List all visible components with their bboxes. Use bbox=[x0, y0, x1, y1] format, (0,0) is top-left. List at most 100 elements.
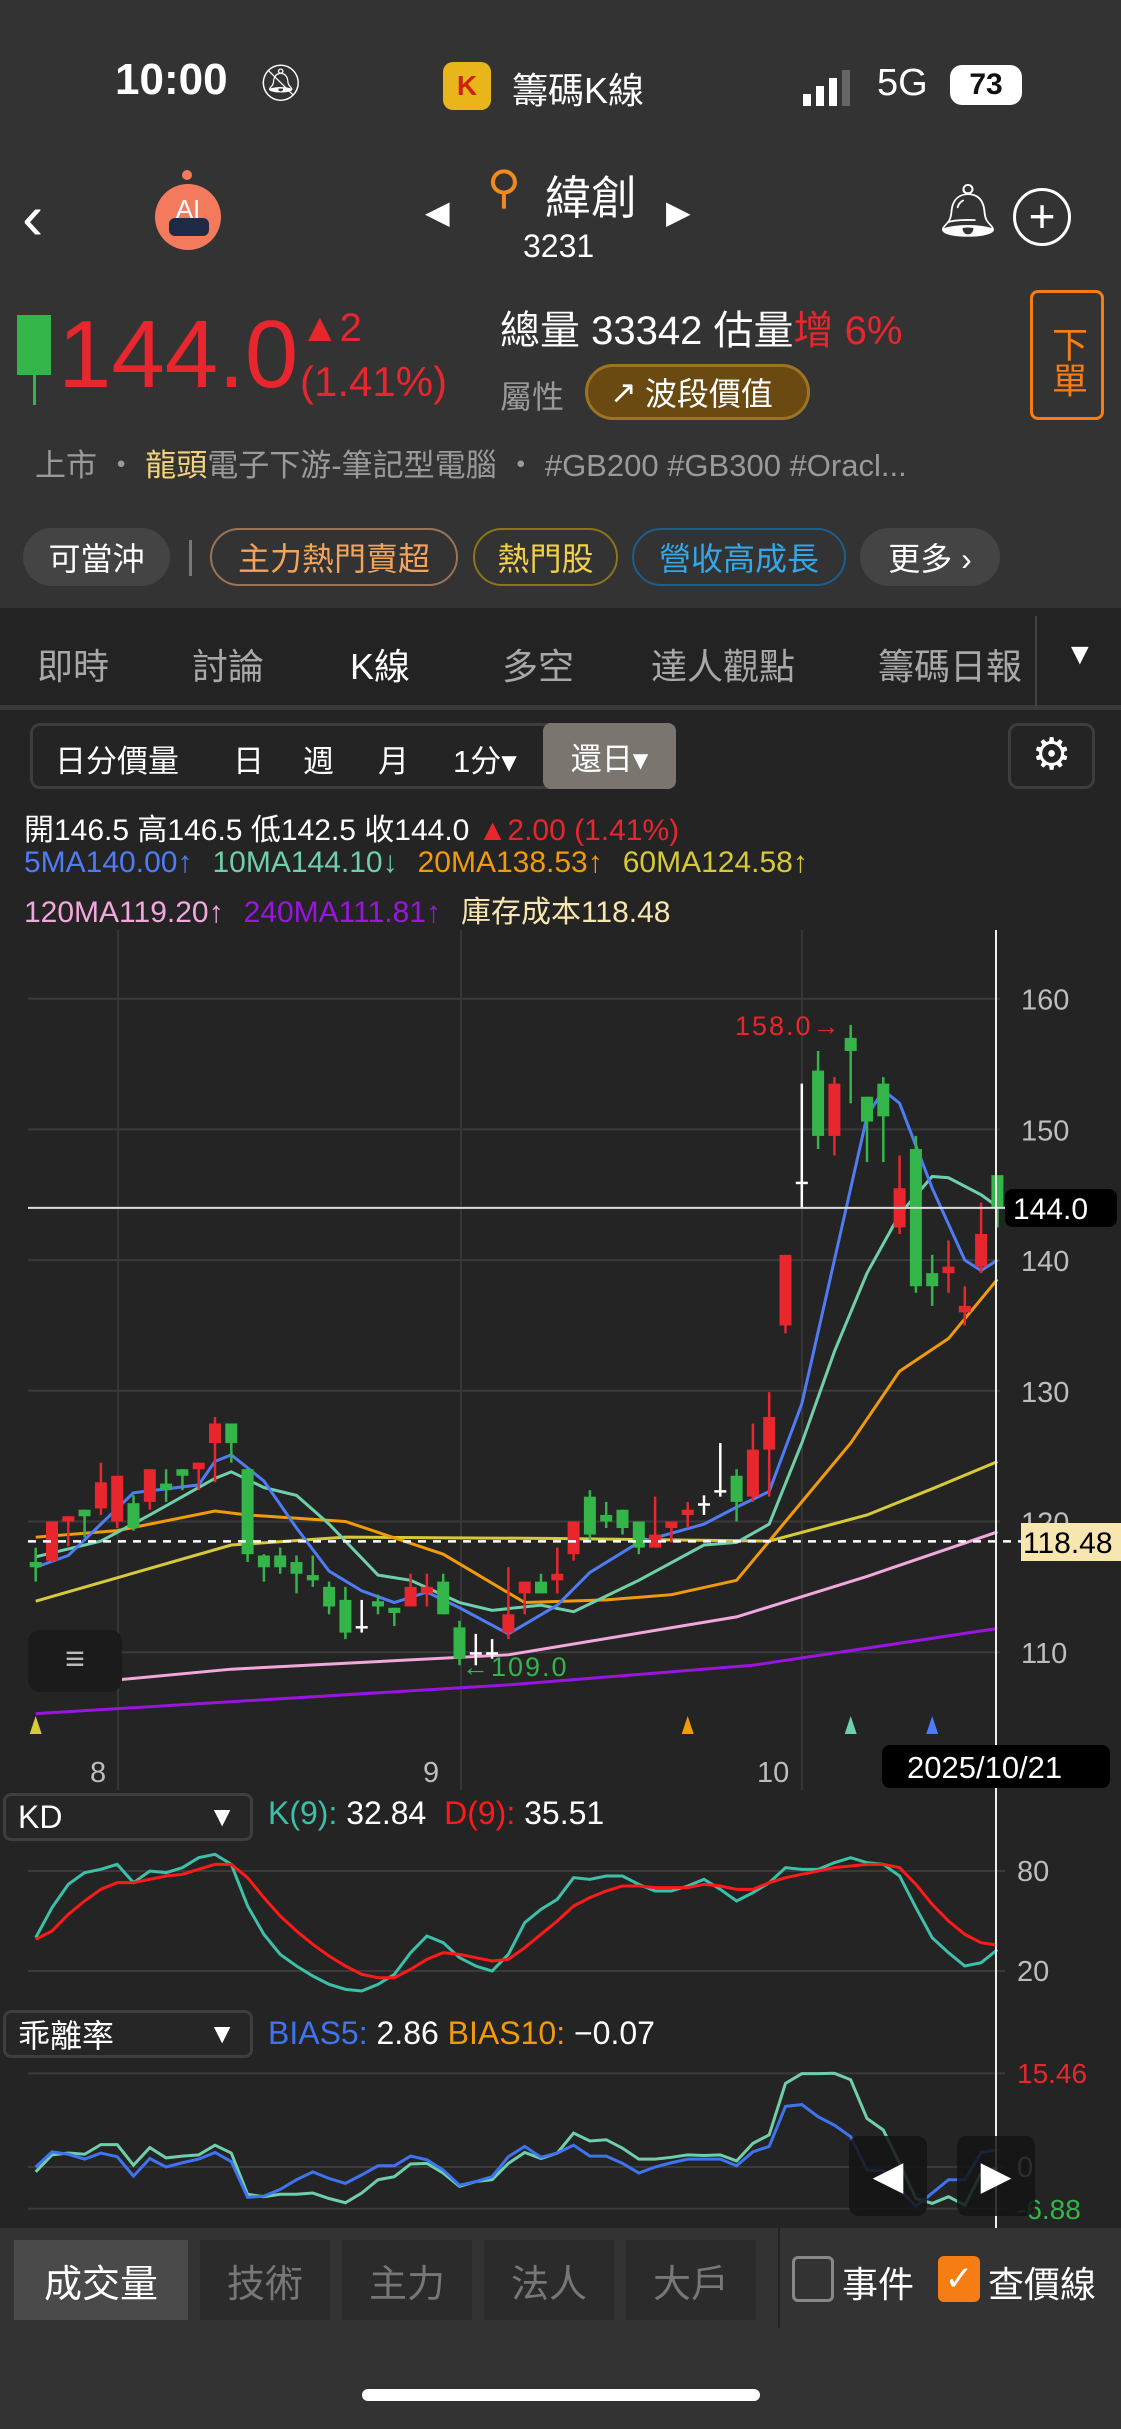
indicator-select-kd[interactable]: KD ▼ bbox=[3, 1793, 253, 1841]
app-logo-icon: K bbox=[443, 62, 491, 110]
tab-divider bbox=[1035, 616, 1037, 706]
price-line-checkbox[interactable]: ✓ bbox=[938, 2256, 980, 2302]
tag-leader[interactable]: 龍頭 bbox=[145, 448, 207, 483]
stock-tags: 上市 ・ 龍頭電子下游-筆記型電腦 ・ #GB200 #GB300 #Oracl… bbox=[35, 440, 907, 485]
battery-icon: 73 bbox=[950, 65, 1022, 105]
candle bbox=[681, 1501, 694, 1529]
tag-hashtags[interactable]: #GB200 #GB300 #Oracl... bbox=[545, 448, 907, 483]
bias-max: 15.46 bbox=[1017, 2058, 1087, 2089]
stock-name[interactable]: 緯創 bbox=[545, 162, 637, 228]
tag-market[interactable]: 上市 bbox=[35, 448, 97, 483]
candle-body bbox=[404, 1586, 417, 1607]
candle bbox=[29, 1547, 42, 1582]
bottom-tab-large-holder[interactable]: 大戶 bbox=[626, 2240, 756, 2320]
month-label-aug: 8 bbox=[90, 1757, 106, 1789]
scroll-right-icon[interactable]: ▶ bbox=[957, 2136, 1035, 2216]
chip-divider bbox=[189, 540, 192, 576]
tab-expert[interactable]: 達人觀點 bbox=[651, 638, 795, 690]
period-week[interactable]: 週 bbox=[303, 726, 334, 790]
ai-robot-icon[interactable]: AI bbox=[145, 170, 235, 250]
next-stock-icon[interactable]: ▶ bbox=[666, 193, 691, 231]
candle bbox=[942, 1240, 955, 1293]
candle bbox=[991, 1175, 1004, 1228]
candle bbox=[437, 1573, 450, 1615]
period-day[interactable]: 日 bbox=[233, 726, 264, 790]
kd-axis: 80 20 bbox=[1017, 1856, 1049, 1988]
bottom-tab-major[interactable]: 主力 bbox=[342, 2240, 472, 2320]
candle-body bbox=[372, 1601, 384, 1607]
scroll-left-icon[interactable]: ◀ bbox=[849, 2136, 927, 2216]
candle-body bbox=[127, 1503, 140, 1529]
dropdown-icon: ▼ bbox=[208, 1801, 236, 1832]
candle bbox=[339, 1586, 352, 1640]
candle-body bbox=[583, 1496, 596, 1535]
status-app-name: 籌碼K線 bbox=[512, 70, 645, 111]
prev-stock-icon[interactable]: ◀ bbox=[425, 193, 450, 231]
candle bbox=[958, 1286, 971, 1326]
tab-long-short[interactable]: 多空 bbox=[502, 638, 574, 690]
candle-body bbox=[290, 1562, 303, 1574]
candle-body bbox=[502, 1614, 515, 1633]
tabs-more-icon[interactable]: ▼ bbox=[1065, 638, 1095, 672]
candle-body bbox=[909, 1149, 922, 1287]
chip-revenue-growth[interactable]: 營收高成長 bbox=[632, 528, 846, 586]
estimate-trend: 增 bbox=[793, 309, 834, 353]
candle bbox=[730, 1469, 743, 1522]
signal-triangle-icon bbox=[29, 1716, 42, 1734]
kd-tick-20: 20 bbox=[1017, 1956, 1049, 1988]
candle-body bbox=[942, 1266, 955, 1274]
candle bbox=[877, 1077, 890, 1163]
candle-body bbox=[225, 1423, 238, 1444]
candle bbox=[600, 1501, 613, 1529]
period-adjusted-day[interactable]: 還日▾ bbox=[543, 723, 676, 789]
search-icon[interactable]: ⚲ bbox=[487, 160, 521, 214]
candle bbox=[518, 1581, 531, 1615]
add-watchlist-icon[interactable]: + bbox=[1013, 188, 1071, 246]
high-price-label: 158.0→ bbox=[735, 1011, 842, 1041]
attr-badge[interactable]: ↗ 波段價值 bbox=[585, 364, 810, 420]
candle-body bbox=[828, 1083, 841, 1136]
candle bbox=[290, 1555, 303, 1594]
period-minute[interactable]: 1分▾ bbox=[453, 726, 517, 790]
candle-body bbox=[698, 1503, 710, 1506]
cost-tag-text: 118.48 bbox=[1023, 1527, 1113, 1560]
tab-realtime[interactable]: 即時 bbox=[37, 638, 109, 690]
period-intraday[interactable]: 日分價量 bbox=[55, 726, 179, 790]
tab-discussion[interactable]: 討論 bbox=[192, 638, 264, 690]
kd-tick-80: 80 bbox=[1017, 1856, 1049, 1888]
candle bbox=[257, 1554, 270, 1582]
settings-gear-icon[interactable]: ⚙ bbox=[1008, 723, 1095, 789]
price-tick: 140 bbox=[1021, 1246, 1069, 1278]
chip-major-sell[interactable]: 主力熱門賣超 bbox=[210, 528, 458, 586]
event-checkbox[interactable] bbox=[792, 2256, 834, 2302]
signal-triangle-icon bbox=[926, 1716, 939, 1734]
signal-triangle-icon bbox=[844, 1716, 857, 1734]
ma-legend-item: 60MA124.58↑ bbox=[622, 846, 808, 879]
chip-hot-stock[interactable]: 熱門股 bbox=[473, 528, 618, 586]
separator: ・ bbox=[105, 448, 137, 483]
candle-body bbox=[844, 1037, 857, 1051]
bottom-tab-volume[interactable]: 成交量 bbox=[14, 2240, 188, 2320]
ohlc-high: 高146.5 bbox=[137, 814, 243, 847]
tab-kline[interactable]: K線 bbox=[350, 638, 410, 690]
candle bbox=[795, 1083, 808, 1208]
indicator-select-bias[interactable]: 乖離率 ▼ bbox=[3, 2010, 253, 2058]
k-value: 32.84 bbox=[346, 1795, 427, 1831]
tab-chip-daily[interactable]: 籌碼日報 bbox=[878, 638, 1028, 690]
bottom-tab-technical[interactable]: 技術 bbox=[200, 2240, 330, 2320]
chip-day-trade[interactable]: 可當沖 bbox=[23, 528, 170, 586]
candle bbox=[926, 1254, 939, 1306]
ohlc-close: 收144.0 bbox=[364, 814, 470, 847]
bottom-tab-institutional[interactable]: 法人 bbox=[484, 2240, 614, 2320]
candle-icon bbox=[17, 315, 51, 375]
back-chevron-icon[interactable]: ‹ bbox=[22, 180, 43, 254]
bell-icon[interactable]: 🔔︎ bbox=[935, 180, 1001, 241]
resize-handle-icon[interactable]: ≡ bbox=[28, 1630, 122, 1692]
home-indicator[interactable] bbox=[362, 2389, 760, 2401]
period-month[interactable]: 月 bbox=[378, 726, 409, 790]
chip-more[interactable]: 更多 › bbox=[860, 528, 1000, 586]
tag-industry[interactable]: 電子下游-筆記型電腦 bbox=[207, 448, 496, 483]
status-time: 10:00 bbox=[115, 55, 228, 104]
order-button[interactable]: 下單 bbox=[1030, 290, 1104, 420]
k-label: K(9): bbox=[268, 1795, 338, 1831]
